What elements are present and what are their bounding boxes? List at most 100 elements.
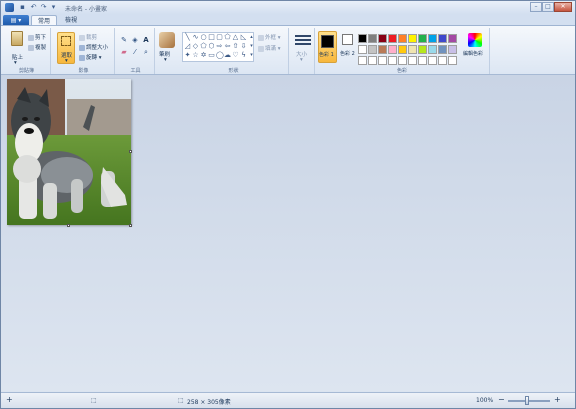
brushes-group[interactable]: 筆刷 ▾ [155,28,179,74]
palette-swatch[interactable] [368,34,377,43]
outline-button[interactable]: 外框 ▾ [258,33,281,41]
zoom-in-button[interactable]: + [554,395,561,404]
palette-swatch[interactable] [448,56,457,65]
shapes-scroll-down-icon[interactable]: ▾ [248,43,255,50]
cloud-callout-shape-icon[interactable]: ☁ [224,52,231,59]
crop-button[interactable]: 裁剪 [79,33,97,41]
lightning-shape-icon[interactable]: ϟ [240,52,247,59]
palette-swatch[interactable] [438,56,447,65]
palette-swatch[interactable] [388,56,397,65]
palette-swatch[interactable] [358,45,367,54]
palette-swatch[interactable] [358,34,367,43]
fill-bucket-icon[interactable]: ◈ [131,36,139,44]
app-icon[interactable] [5,3,14,12]
resize-handle-corner[interactable] [129,224,132,227]
undo-icon[interactable]: ↶ [29,3,38,12]
line-shape-icon[interactable]: ╲ [184,34,191,41]
rectangle-shape-icon[interactable]: □ [208,34,215,41]
edit-colors-icon[interactable] [468,33,482,47]
triangle-shape-icon[interactable]: △ [232,34,239,41]
rotate-dropdown-icon[interactable]: ▾ [97,55,102,61]
paste-icon[interactable] [11,31,23,46]
palette-swatch[interactable] [438,34,447,43]
oval-shape-icon[interactable]: ○ [200,34,207,41]
palette-swatch[interactable] [388,34,397,43]
text-tool-icon[interactable]: A [142,36,150,44]
magnifier-icon[interactable]: ⌕ [142,48,150,56]
copy-button[interactable]: 複製 [28,43,46,51]
curve-shape-icon[interactable]: ∿ [192,34,199,41]
maximize-button[interactable]: □ [542,2,554,12]
color2-label[interactable]: 色彩 2 [340,50,355,57]
four-point-star-shape-icon[interactable]: ✦ [184,52,191,59]
brushes-dropdown-icon[interactable]: ▾ [164,57,167,63]
close-button[interactable]: ✕ [554,2,572,12]
eraser-icon[interactable]: ▰ [120,48,128,56]
zoom-slider[interactable] [508,400,550,402]
pencil-icon[interactable]: ✎ [120,36,128,44]
palette-swatch[interactable] [398,56,407,65]
canvas-area[interactable] [1,75,575,391]
palette-swatch[interactable] [408,56,417,65]
color1-button[interactable]: 色彩 1 [318,31,337,63]
five-point-star-shape-icon[interactable]: ☆ [192,52,199,59]
palette-swatch[interactable] [428,56,437,65]
down-arrow-shape-icon[interactable]: ⇩ [240,43,247,50]
size-group[interactable]: 大小 ▾ [291,28,315,74]
fill-button[interactable]: 填滿 ▾ [258,44,281,52]
palette-swatch[interactable] [448,45,457,54]
six-point-star-shape-icon[interactable]: ✡ [200,52,207,59]
size-dropdown-icon[interactable]: ▾ [300,57,303,63]
left-arrow-shape-icon[interactable]: ⇦ [224,43,231,50]
resize-handle-bottom[interactable] [67,224,70,227]
palette-swatch[interactable] [358,56,367,65]
canvas-image-schnauzer[interactable] [7,79,131,225]
rotate-button[interactable]: 旋轉 ▾ [79,53,102,61]
palette-swatch[interactable] [398,45,407,54]
palette-swatch[interactable] [378,56,387,65]
palette-swatch[interactable] [448,34,457,43]
palette-swatch[interactable] [428,34,437,43]
rounded-rectangle-shape-icon[interactable]: ▢ [216,34,223,41]
palette-swatch[interactable] [368,45,377,54]
palette-swatch[interactable] [408,45,417,54]
minimize-button[interactable]: – [530,2,542,12]
redo-icon[interactable]: ↷ [39,3,48,12]
right-triangle-shape-icon[interactable]: ◺ [240,34,247,41]
color-picker-icon[interactable]: ⁄ [131,48,139,56]
palette-swatch[interactable] [378,34,387,43]
select-dropdown-icon[interactable]: ▾ [65,58,68,64]
zoom-out-button[interactable]: − [498,395,505,404]
quick-access-dropdown-icon[interactable]: ▾ [49,3,58,12]
paste-dropdown-icon[interactable]: ▾ [14,60,17,66]
diamond-shape-icon[interactable]: ◇ [192,43,199,50]
polygon-shape-icon[interactable]: ⬠ [224,34,231,41]
palette-swatch[interactable] [428,45,437,54]
pentagon-shape-icon[interactable]: ⬠ [200,43,207,50]
palette-swatch[interactable] [408,34,417,43]
right-arrow-shape-icon[interactable]: ⇨ [216,43,223,50]
resize-button[interactable]: 調整大小 [79,43,108,51]
oval-callout-shape-icon[interactable]: ◯ [216,52,224,59]
palette-swatch[interactable] [368,56,377,65]
palette-swatch[interactable] [418,56,427,65]
up-arrow-shape-icon[interactable]: ⇧ [232,43,239,50]
shapes-scroll-up-icon[interactable]: ▴ [248,34,255,41]
hexagon-shape-icon[interactable]: ⬡ [208,43,215,50]
zoom-slider-thumb[interactable] [525,396,529,405]
resize-handle-right[interactable] [129,150,132,153]
save-icon[interactable]: ▪ [18,3,27,12]
right-triangle-shape-icon-2[interactable]: ◿ [184,43,191,50]
palette-swatch[interactable] [398,34,407,43]
palette-swatch[interactable] [418,34,427,43]
rounded-callout-shape-icon[interactable]: ▭ [208,52,215,59]
palette-swatch[interactable] [438,45,447,54]
palette-swatch[interactable] [418,45,427,54]
heart-shape-icon[interactable]: ♡ [232,52,239,59]
color2-swatch[interactable] [342,34,353,45]
shapes-expand-icon[interactable]: ▾ [248,52,255,59]
palette-swatch[interactable] [388,45,397,54]
cut-button[interactable]: 剪下 [28,33,46,41]
palette-swatch[interactable] [378,45,387,54]
edit-colors-button[interactable]: 編輯色彩 [463,50,483,57]
